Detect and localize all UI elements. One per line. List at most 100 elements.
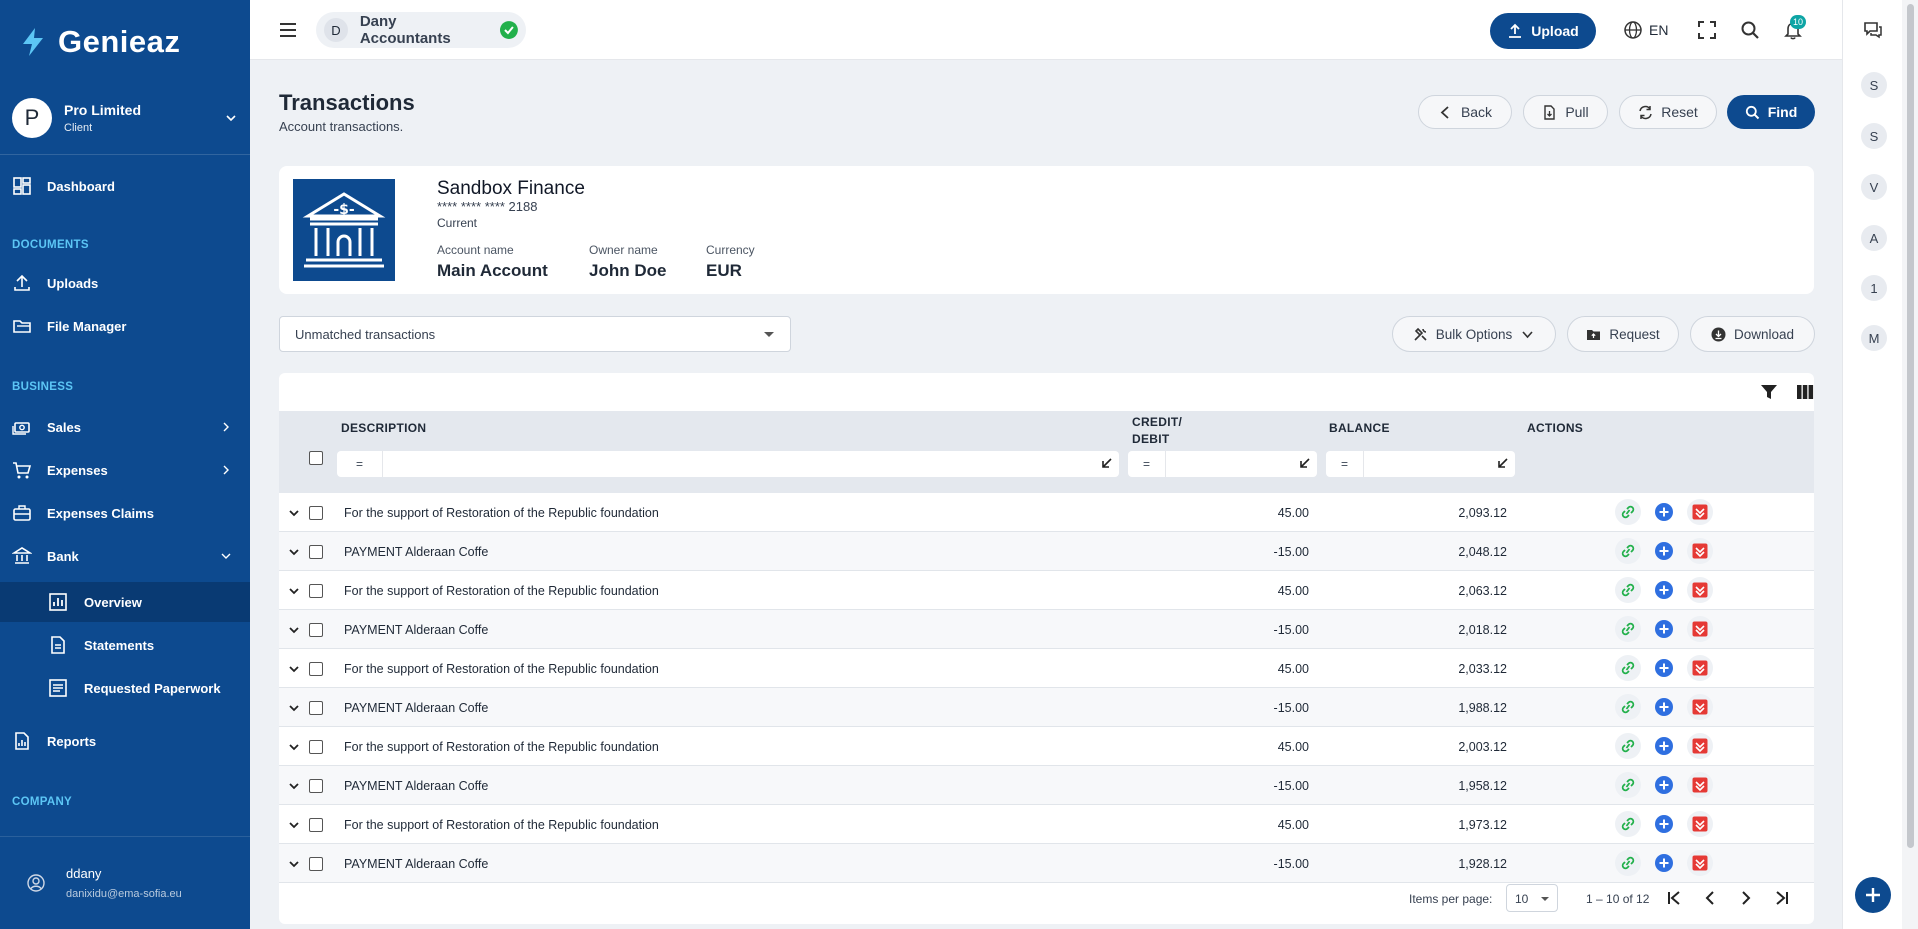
select-all-checkbox[interactable] bbox=[309, 451, 323, 465]
sidebar-item-statements[interactable]: Statements bbox=[0, 625, 250, 665]
chevron-down-icon[interactable] bbox=[287, 506, 301, 520]
sidebar-item-requested-paperwork[interactable]: Requested Paperwork bbox=[0, 668, 250, 708]
add-transaction-button[interactable] bbox=[1651, 616, 1677, 642]
row-checkbox[interactable] bbox=[309, 818, 323, 832]
rail-avatar[interactable]: V bbox=[1861, 174, 1887, 200]
ignore-button[interactable] bbox=[1687, 811, 1713, 837]
match-button[interactable] bbox=[1615, 850, 1641, 876]
table-row[interactable]: PAYMENT Alderaan Coffe -15.00 2,018.12 bbox=[279, 610, 1814, 649]
column-balance[interactable]: BALANCE bbox=[1329, 421, 1390, 435]
balance-filter[interactable]: = bbox=[1326, 451, 1515, 477]
page-scrollbar[interactable] bbox=[1902, 0, 1918, 929]
language-selector[interactable]: EN bbox=[1623, 20, 1668, 40]
sidebar-item-overview[interactable]: Overview bbox=[0, 582, 250, 622]
prev-page-icon[interactable] bbox=[1699, 887, 1721, 909]
table-row[interactable]: PAYMENT Alderaan Coffe -15.00 2,048.12 bbox=[279, 532, 1814, 571]
ignore-button[interactable] bbox=[1687, 772, 1713, 798]
rail-avatar[interactable]: M bbox=[1861, 325, 1887, 351]
sidebar-item-bank[interactable]: Bank bbox=[0, 536, 250, 576]
fullscreen-icon[interactable] bbox=[1697, 20, 1717, 40]
reset-button[interactable]: Reset bbox=[1619, 95, 1717, 129]
add-transaction-button[interactable] bbox=[1651, 694, 1677, 720]
find-button[interactable]: Find bbox=[1727, 95, 1815, 129]
last-page-icon[interactable] bbox=[1771, 887, 1793, 909]
chevron-down-icon[interactable] bbox=[287, 701, 301, 715]
ignore-button[interactable] bbox=[1687, 616, 1713, 642]
user-profile[interactable]: ddany danixidu@ema-sofia.eu bbox=[0, 836, 250, 929]
credit-debit-filter[interactable]: = bbox=[1128, 451, 1317, 477]
scrollbar-thumb[interactable] bbox=[1907, 4, 1914, 848]
sidebar-item-sales[interactable]: Sales bbox=[0, 407, 250, 447]
search-icon[interactable] bbox=[1740, 20, 1760, 40]
ignore-button[interactable] bbox=[1687, 850, 1713, 876]
filter-icon[interactable] bbox=[1760, 383, 1778, 401]
chevron-down-icon[interactable] bbox=[287, 818, 301, 832]
org-switcher[interactable]: P Pro Limited Client bbox=[12, 96, 238, 140]
chevron-down-icon[interactable] bbox=[287, 584, 301, 598]
match-button[interactable] bbox=[1615, 694, 1641, 720]
row-checkbox[interactable] bbox=[309, 506, 323, 520]
match-button[interactable] bbox=[1615, 538, 1641, 564]
sidebar-item-uploads[interactable]: Uploads bbox=[0, 263, 250, 303]
transaction-filter-select[interactable]: Unmatched transactions bbox=[279, 316, 791, 352]
first-page-icon[interactable] bbox=[1663, 887, 1685, 909]
items-per-page-select[interactable]: 10 bbox=[1506, 884, 1558, 912]
sidebar-item-dashboard[interactable]: Dashboard bbox=[0, 166, 250, 206]
chat-icon[interactable] bbox=[1863, 20, 1883, 40]
filter-operator[interactable]: = bbox=[1326, 451, 1364, 477]
ignore-button[interactable] bbox=[1687, 655, 1713, 681]
rail-avatar[interactable]: S bbox=[1861, 123, 1887, 149]
sidebar-item-expenses[interactable]: Expenses bbox=[0, 450, 250, 490]
table-row[interactable]: For the support of Restoration of the Re… bbox=[279, 727, 1814, 766]
match-button[interactable] bbox=[1615, 772, 1641, 798]
sidebar-item-expenses-claims[interactable]: Expenses Claims bbox=[0, 493, 250, 533]
match-button[interactable] bbox=[1615, 811, 1641, 837]
ignore-button[interactable] bbox=[1687, 577, 1713, 603]
row-checkbox[interactable] bbox=[309, 857, 323, 871]
table-row[interactable]: For the support of Restoration of the Re… bbox=[279, 649, 1814, 688]
bulk-options-button[interactable]: Bulk Options bbox=[1392, 316, 1556, 352]
table-row[interactable]: PAYMENT Alderaan Coffe -15.00 1,958.12 bbox=[279, 766, 1814, 805]
filter-operator[interactable]: = bbox=[1128, 451, 1166, 477]
chevron-down-icon[interactable] bbox=[287, 623, 301, 637]
chevron-down-icon[interactable] bbox=[287, 857, 301, 871]
chevron-down-icon[interactable] bbox=[287, 779, 301, 793]
next-page-icon[interactable] bbox=[1735, 887, 1757, 909]
description-filter[interactable]: = bbox=[337, 451, 1119, 477]
ignore-button[interactable] bbox=[1687, 733, 1713, 759]
chevron-down-icon[interactable] bbox=[287, 740, 301, 754]
row-checkbox[interactable] bbox=[309, 584, 323, 598]
upload-button[interactable]: Upload bbox=[1490, 13, 1596, 49]
pull-button[interactable]: Pull bbox=[1523, 95, 1608, 129]
row-checkbox[interactable] bbox=[309, 701, 323, 715]
sidebar-item-file-manager[interactable]: File Manager bbox=[0, 306, 250, 346]
menu-icon[interactable] bbox=[278, 20, 298, 40]
row-checkbox[interactable] bbox=[309, 662, 323, 676]
rail-avatar[interactable]: 1 bbox=[1861, 275, 1887, 301]
back-button[interactable]: Back bbox=[1418, 95, 1512, 129]
rail-avatar[interactable]: A bbox=[1861, 225, 1887, 251]
add-transaction-button[interactable] bbox=[1651, 811, 1677, 837]
table-row[interactable]: For the support of Restoration of the Re… bbox=[279, 571, 1814, 610]
table-row[interactable]: For the support of Restoration of the Re… bbox=[279, 805, 1814, 844]
add-transaction-button[interactable] bbox=[1651, 733, 1677, 759]
chevron-down-icon[interactable] bbox=[287, 545, 301, 559]
column-credit-debit[interactable]: CREDIT/ DEBIT bbox=[1132, 414, 1192, 448]
add-transaction-button[interactable] bbox=[1651, 499, 1677, 525]
ignore-button[interactable] bbox=[1687, 694, 1713, 720]
rail-avatar[interactable]: S bbox=[1861, 72, 1887, 98]
tenant-chip[interactable]: D Dany Accountants bbox=[316, 12, 526, 48]
chevron-down-icon[interactable] bbox=[287, 662, 301, 676]
add-transaction-button[interactable] bbox=[1651, 655, 1677, 681]
column-description[interactable]: DESCRIPTION bbox=[341, 421, 426, 435]
row-checkbox[interactable] bbox=[309, 779, 323, 793]
match-button[interactable] bbox=[1615, 616, 1641, 642]
filter-operator[interactable]: = bbox=[337, 451, 383, 477]
match-button[interactable] bbox=[1615, 577, 1641, 603]
add-transaction-button[interactable] bbox=[1651, 577, 1677, 603]
download-button[interactable]: Download bbox=[1690, 316, 1815, 352]
ignore-button[interactable] bbox=[1687, 538, 1713, 564]
match-button[interactable] bbox=[1615, 655, 1641, 681]
add-transaction-button[interactable] bbox=[1651, 538, 1677, 564]
ignore-button[interactable] bbox=[1687, 499, 1713, 525]
